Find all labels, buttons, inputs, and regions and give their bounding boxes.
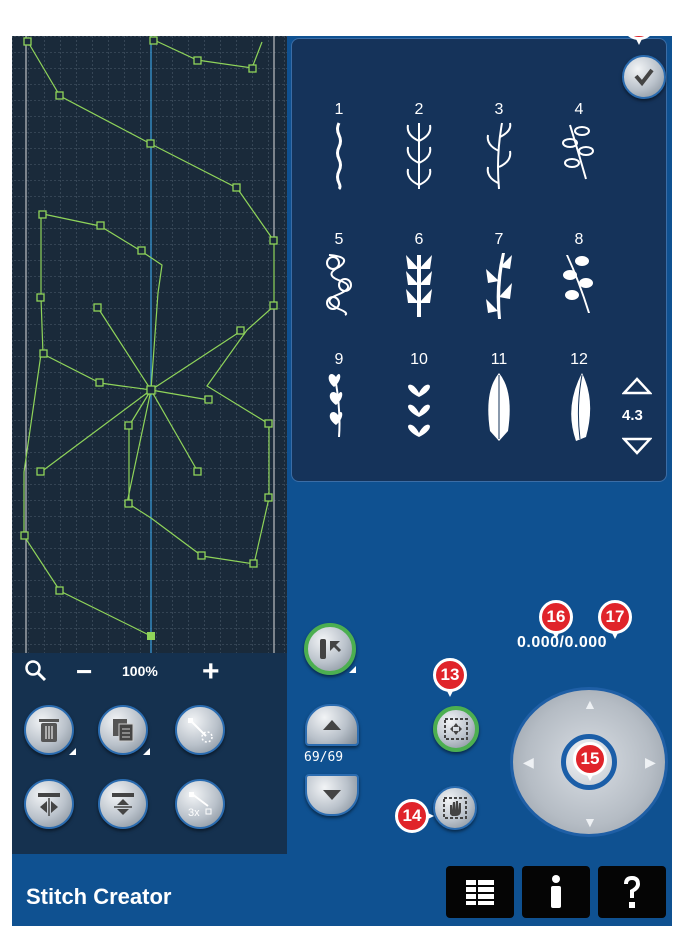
callout-16: 16	[539, 600, 573, 639]
list-icon	[466, 880, 494, 905]
stitch-number: 7	[494, 231, 504, 248]
triangle-up-icon	[621, 377, 653, 395]
select-button[interactable]	[304, 623, 356, 675]
stitch-item-5[interactable]: 5	[304, 231, 374, 317]
current-point[interactable]	[147, 632, 155, 640]
loop-stitch-icon	[326, 254, 352, 316]
info-icon	[551, 875, 561, 908]
wheel-right-arrow-icon[interactable]: ▶	[645, 754, 656, 771]
trash-icon	[39, 719, 59, 742]
stitch-number: 12	[570, 351, 588, 368]
magnifier-icon[interactable]	[24, 659, 48, 688]
callout-17: 17	[598, 600, 632, 639]
stitch-item-6[interactable]: 6	[384, 231, 454, 321]
y-coordinate: 0.000	[564, 634, 608, 651]
heart-stack-stitch-icon	[408, 384, 430, 437]
stitch-number: 10	[410, 351, 428, 368]
center-icon	[444, 718, 468, 740]
wheel-down-arrow-icon[interactable]: ▼	[583, 814, 597, 830]
arrow-up-icon	[323, 720, 341, 730]
insert-point-icon	[188, 718, 213, 743]
stitch-number: 2	[414, 101, 424, 118]
duplicate-icon	[113, 719, 134, 742]
step-up-button[interactable]	[305, 704, 359, 746]
info-button[interactable]	[522, 866, 590, 918]
position-counter: 69/69	[304, 750, 344, 765]
vine-stitch-icon	[486, 122, 512, 190]
leaf-pair-stitch-icon	[563, 255, 593, 313]
wheel-left-arrow-icon[interactable]: ◀	[523, 754, 534, 771]
svg-text:3x: 3x	[188, 807, 200, 818]
feather-stitch-icon	[488, 373, 510, 441]
triangle-down-icon	[621, 437, 653, 455]
leaf-branch-stitch-icon	[562, 124, 594, 180]
mirror-end-to-end-button[interactable]	[98, 779, 148, 829]
triple-stitch-button[interactable]: 3x	[175, 779, 225, 829]
delete-button[interactable]	[24, 705, 76, 755]
stitch-item-1[interactable]: 1	[304, 101, 374, 191]
straight-stitch-icon	[336, 122, 342, 191]
stitch-page-indicator: 4.3	[622, 407, 643, 424]
center-button[interactable]	[433, 706, 479, 752]
leaf-stitch-icon	[406, 123, 432, 189]
mirror-side-to-side-icon	[38, 793, 60, 816]
hand-icon	[443, 797, 467, 819]
stitch-item-8[interactable]: 8	[544, 231, 614, 315]
stitch-number: 3	[494, 101, 504, 118]
zoom-in-button[interactable]: +	[202, 655, 220, 689]
curved-feather-stitch-icon	[571, 373, 591, 441]
mirror-side-to-side-button[interactable]	[24, 779, 74, 829]
step-down-button[interactable]	[305, 774, 359, 816]
scroll-down-button[interactable]	[621, 437, 653, 460]
confirm-button[interactable]	[622, 55, 666, 99]
heart-vine-stitch-icon	[328, 374, 343, 437]
stitch-number: 6	[414, 231, 424, 248]
stitch-item-7[interactable]: 7	[464, 231, 534, 321]
zoom-level: 100%	[122, 663, 158, 679]
callout-13: 13	[433, 658, 467, 697]
stitch-item-10[interactable]: 10	[384, 351, 454, 441]
mirror-end-to-end-icon	[112, 793, 134, 815]
stitch-item-12[interactable]: 12	[544, 351, 614, 443]
stitch-item-11[interactable]: 11	[464, 351, 534, 443]
stitch-item-9[interactable]: 9	[304, 351, 374, 441]
triple-stitch-icon: 3x	[188, 792, 212, 818]
arrow-down-icon	[323, 790, 341, 800]
zoom-out-button[interactable]: −	[76, 656, 92, 688]
duplicate-button[interactable]	[98, 705, 150, 755]
stitch-number: 8	[574, 231, 584, 248]
menu-button[interactable]	[446, 866, 514, 918]
page-title: Stitch Creator	[26, 884, 172, 909]
fern-stitch-icon	[406, 255, 432, 317]
wheel-up-arrow-icon[interactable]: ▲	[583, 696, 597, 712]
stitch-creator-window: − 100% + 3x 1 2 3 4 5 6 7 8 9 10 11 12 4…	[12, 36, 672, 926]
stitch-number: 11	[490, 351, 508, 368]
stitch-canvas[interactable]	[12, 36, 287, 653]
canvas-drawing	[12, 36, 287, 653]
stitch-number: 5	[334, 231, 344, 248]
stitch-item-3[interactable]: 3	[464, 101, 534, 191]
help-button[interactable]	[598, 866, 666, 918]
insert-point-button[interactable]	[175, 705, 225, 755]
select-arrow-icon	[320, 639, 342, 659]
coordinate-readout: 0.000/0.000	[517, 634, 607, 652]
stitch-item-4[interactable]: 4	[544, 101, 614, 181]
tool-panel: 3x	[12, 689, 287, 854]
stitch-number: 4	[574, 101, 584, 118]
pan-button[interactable]	[433, 786, 477, 830]
check-icon	[634, 68, 654, 87]
zoom-bar: − 100% +	[12, 653, 287, 689]
scroll-up-button[interactable]	[621, 377, 653, 400]
stitch-number: 9	[334, 351, 344, 368]
stitch-selection-panel: 1 2 3 4 5 6 7 8 9 10 11 12 4.3	[291, 38, 667, 482]
help-icon	[624, 876, 640, 908]
stitch-item-2[interactable]: 2	[384, 101, 454, 191]
callout-15: 15	[573, 742, 607, 781]
stitch-number: 1	[334, 101, 344, 118]
feather-branch-stitch-icon	[486, 253, 512, 319]
bottom-bar: Stitch Creator	[12, 854, 672, 926]
callout-14: 14	[395, 799, 434, 833]
